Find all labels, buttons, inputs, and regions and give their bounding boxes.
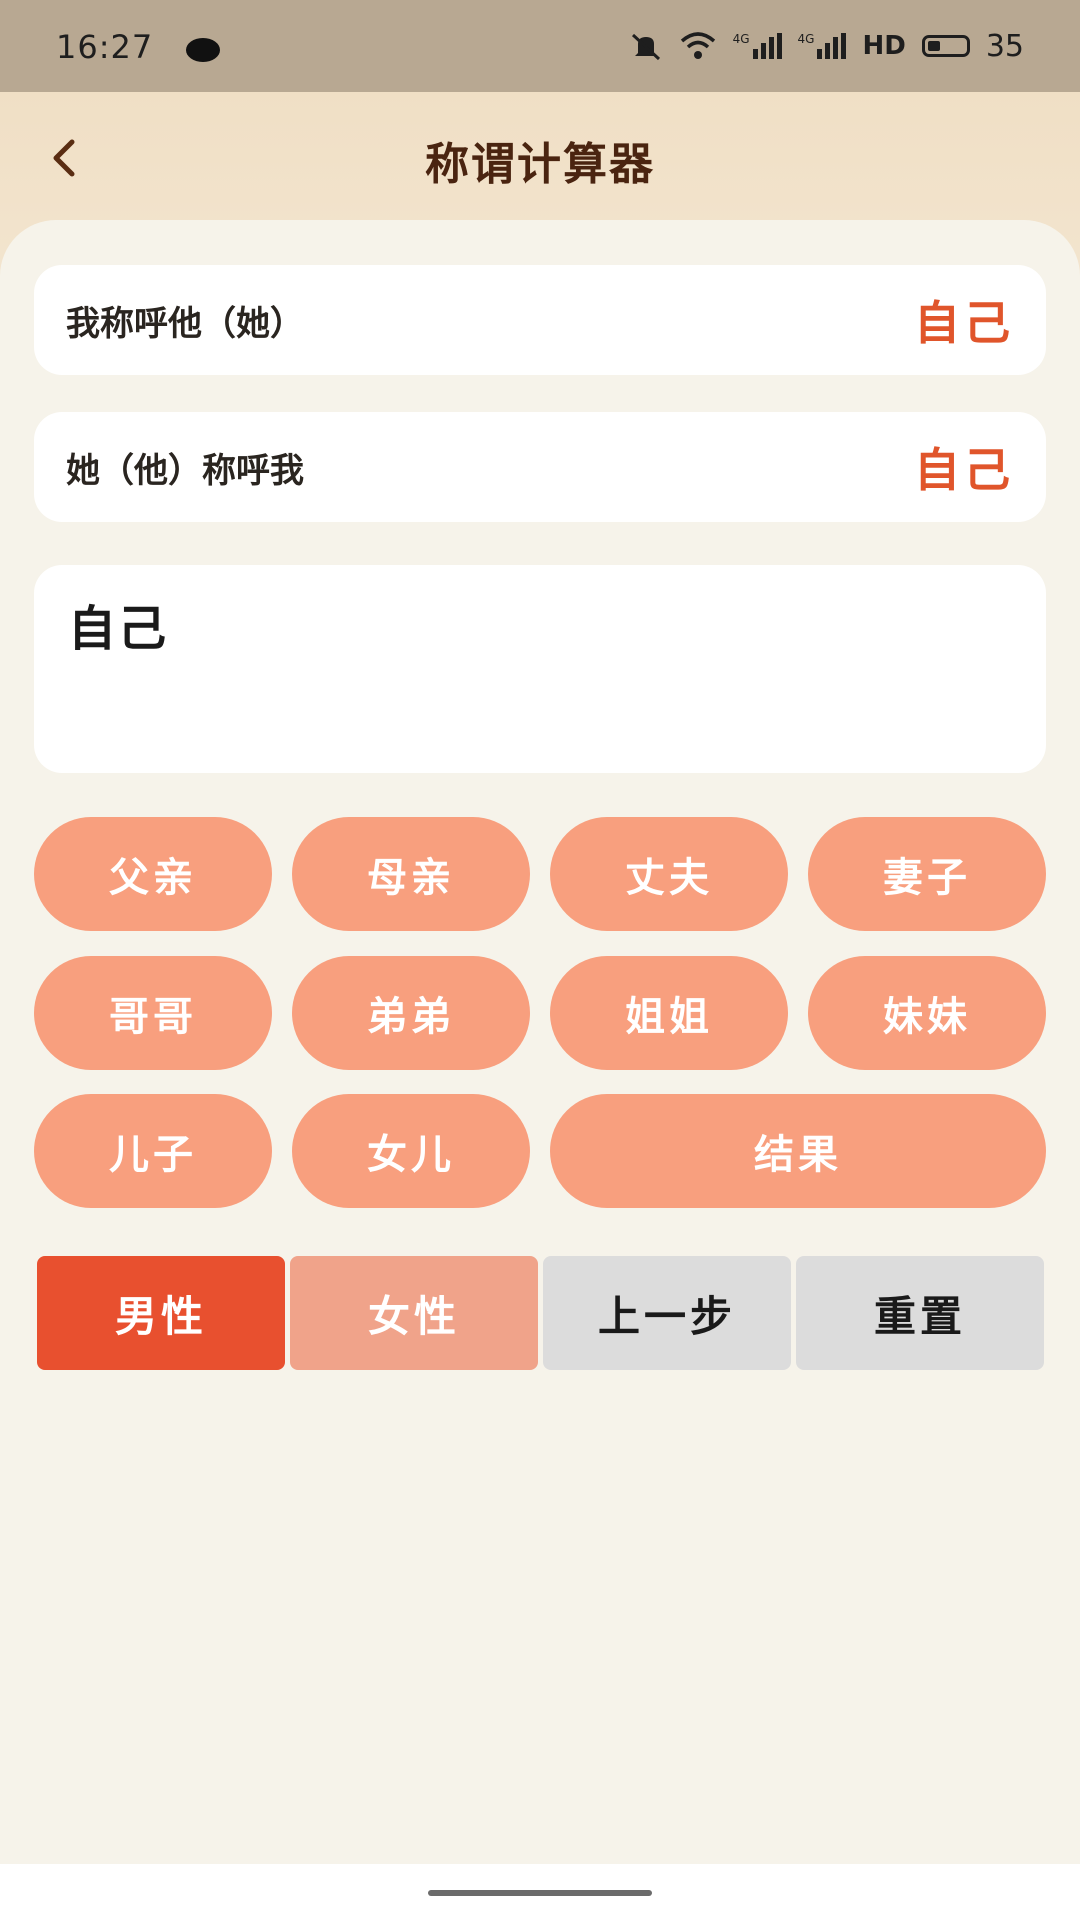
home-indicator[interactable]: [428, 1890, 652, 1896]
wifi-icon: [680, 32, 715, 59]
male-button[interactable]: 男性: [37, 1256, 285, 1370]
wife-button[interactable]: 妻子: [808, 817, 1046, 931]
status-icons: 4G 4G HD 35: [629, 26, 1024, 66]
i-call-them-row: 我称呼他（她） 自己: [34, 265, 1046, 375]
reset-button[interactable]: 重置: [796, 1256, 1044, 1370]
younger-brother-button[interactable]: 弟弟: [292, 956, 530, 1070]
father-button[interactable]: 父亲: [34, 817, 272, 931]
main-content: 我称呼他（她） 自己 她（他）称呼我 自己 自己 父亲 母亲 丈夫 妻子 哥哥 …: [0, 220, 1080, 1860]
result-button[interactable]: 结果: [550, 1094, 1046, 1208]
son-button[interactable]: 儿子: [34, 1094, 272, 1208]
gesture-bar: [0, 1864, 1080, 1920]
i-call-them-label: 我称呼他（她）: [66, 303, 304, 344]
battery-level: 35: [985, 28, 1024, 64]
hd-indicator: HD: [862, 31, 906, 61]
mother-button[interactable]: 母亲: [292, 817, 530, 931]
page-title: 称谓计算器: [425, 139, 655, 190]
older-brother-button[interactable]: 哥哥: [34, 956, 272, 1070]
signal-icon-2: 4G: [798, 33, 847, 59]
they-call-me-row: 她（他）称呼我 自己: [34, 412, 1046, 522]
relation-chain-display: 自己: [34, 565, 1046, 773]
battery-icon: [921, 35, 970, 57]
i-call-them-value: 自己: [914, 296, 1014, 350]
status-bar: 16:27 4G 4G HD 35: [0, 0, 1080, 92]
they-call-me-label: 她（他）称呼我: [66, 450, 304, 491]
relation-chain-text: 自己: [68, 601, 169, 657]
they-call-me-value: 自己: [914, 443, 1014, 497]
younger-sister-button[interactable]: 妹妹: [808, 956, 1046, 1070]
female-button[interactable]: 女性: [290, 1256, 538, 1370]
mute-icon: [631, 33, 660, 61]
signal-icon-1: 4G: [733, 33, 782, 59]
husband-button[interactable]: 丈夫: [550, 817, 788, 931]
daughter-button[interactable]: 女儿: [292, 1094, 530, 1208]
older-sister-button[interactable]: 姐姐: [550, 956, 788, 1070]
previous-step-button[interactable]: 上一步: [543, 1256, 791, 1370]
status-time: 16:27: [56, 28, 154, 66]
chat-bubble-icon: [186, 38, 220, 62]
